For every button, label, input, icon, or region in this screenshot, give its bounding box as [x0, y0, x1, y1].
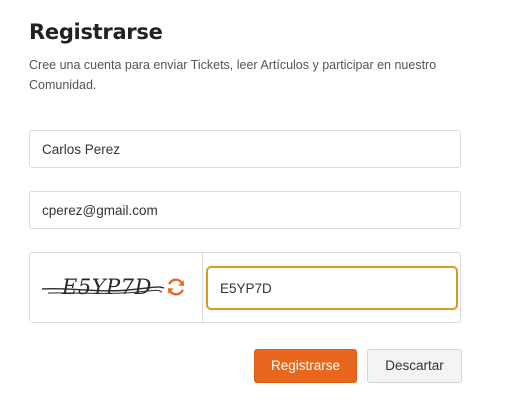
page-title: Registrarse — [29, 20, 163, 44]
email-field[interactable] — [29, 191, 461, 229]
registration-form: Registrarse Cree una cuenta para enviar … — [29, 0, 463, 418]
name-field[interactable] — [29, 130, 461, 168]
captcha-input[interactable] — [206, 266, 458, 310]
captcha-container: E5YP7D — [29, 252, 461, 323]
page-subtitle: Cree una cuenta para enviar Tickets, lee… — [29, 58, 437, 92]
register-button[interactable]: Registrarse — [254, 349, 357, 383]
captcha-image-panel: E5YP7D — [30, 253, 203, 322]
captcha-noise-lines — [41, 286, 165, 294]
refresh-icon[interactable] — [165, 276, 187, 298]
captcha-image: E5YP7D — [38, 267, 166, 307]
discard-button[interactable]: Descartar — [367, 349, 462, 383]
